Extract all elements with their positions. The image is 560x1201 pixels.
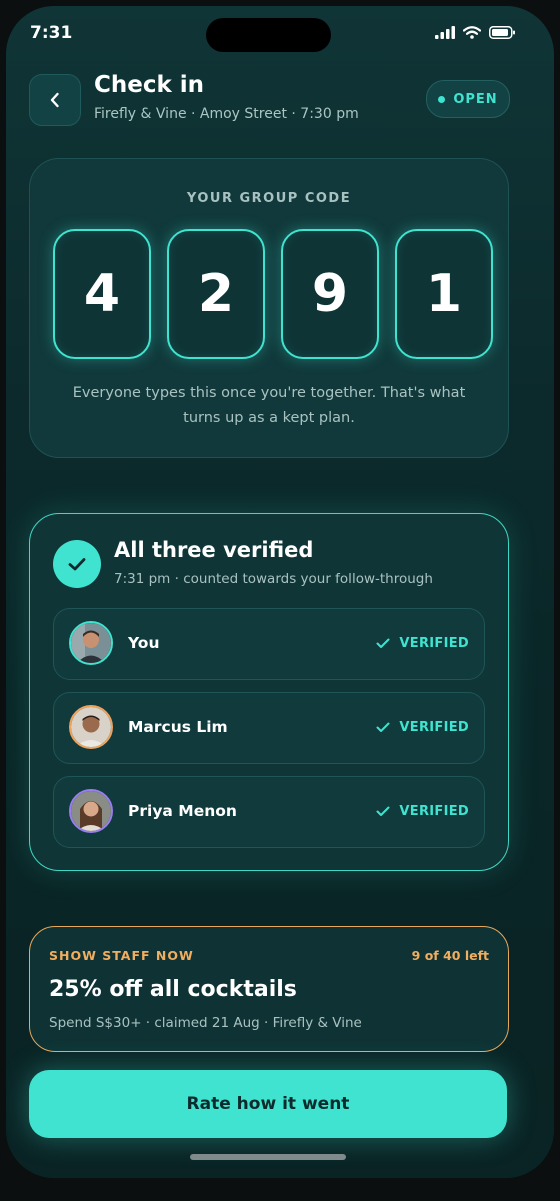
check-icon (376, 806, 390, 816)
member-row[interactable]: You VERIFIED (53, 608, 485, 680)
code-digit: 4 (53, 229, 151, 359)
avatar (69, 789, 113, 833)
member-status-label: VERIFIED (399, 720, 469, 735)
member-status-label: VERIFIED (399, 804, 469, 819)
group-code-note: Everyone types this once you're together… (72, 385, 466, 426)
avatar (69, 621, 113, 665)
verified-check-icon (53, 540, 101, 588)
check-icon (376, 722, 390, 732)
member-name: You (128, 634, 160, 652)
home-indicator (190, 1154, 346, 1160)
rate-button[interactable]: Rate how it went (29, 1070, 507, 1138)
battery-icon (489, 26, 515, 39)
page-title: Check in (94, 72, 205, 98)
group-code-card: YOUR GROUP CODE 4 2 9 1 Everyone types t… (29, 158, 509, 458)
group-code-label: YOUR GROUP CODE (186, 191, 352, 206)
offer-title: 25% off all cocktails (49, 977, 297, 1002)
code-digit: 9 (281, 229, 379, 359)
phone-frame: 7:31 Check in Firefly & Vine · Amoy Stre… (0, 0, 560, 1201)
status-badge: OPEN (426, 80, 510, 118)
offer-remaining: 9 of 40 left (411, 948, 489, 963)
check-icon (376, 638, 390, 648)
dynamic-island (206, 18, 331, 52)
member-name: Priya Menon (128, 802, 237, 820)
page-subtitle: Firefly & Vine · Amoy Street · 7:30 pm (94, 106, 359, 122)
chevron-left-icon (50, 92, 59, 108)
member-status: VERIFIED (376, 636, 469, 651)
status-badge-label: OPEN (453, 91, 498, 107)
member-status: VERIFIED (376, 804, 469, 819)
offer-card[interactable]: SHOW STAFF NOW 9 of 40 left 25% off all … (29, 926, 509, 1052)
code-digit: 2 (167, 229, 265, 359)
member-name: Marcus Lim (128, 718, 228, 736)
offer-tag: SHOW STAFF NOW (49, 948, 194, 963)
group-code-digits: 4 2 9 1 (53, 229, 493, 359)
app-screen: 7:31 Check in Firefly & Vine · Amoy Stre… (6, 6, 554, 1178)
status-bar: 7:31 (6, 6, 554, 58)
avatar (69, 705, 113, 749)
member-status-label: VERIFIED (399, 636, 469, 651)
member-row[interactable]: Marcus Lim VERIFIED (53, 692, 485, 764)
status-dot (438, 95, 446, 103)
status-time: 7:31 (30, 23, 73, 43)
member-row[interactable]: Priya Menon VERIFIED (53, 776, 485, 848)
verification-title: All three verified (114, 538, 314, 562)
code-digit: 1 (395, 229, 493, 359)
signal-icon (435, 26, 455, 39)
wifi-icon (463, 26, 481, 39)
status-icons (435, 26, 516, 39)
member-status: VERIFIED (376, 720, 469, 735)
offer-meta: Spend S$30+ · claimed 21 Aug · Firefly &… (49, 1015, 362, 1031)
verification-subtitle: 7:31 pm · counted towards your follow-th… (114, 571, 433, 587)
back-button[interactable] (29, 74, 81, 126)
verification-card: All three verified 7:31 pm · counted tow… (29, 513, 509, 871)
